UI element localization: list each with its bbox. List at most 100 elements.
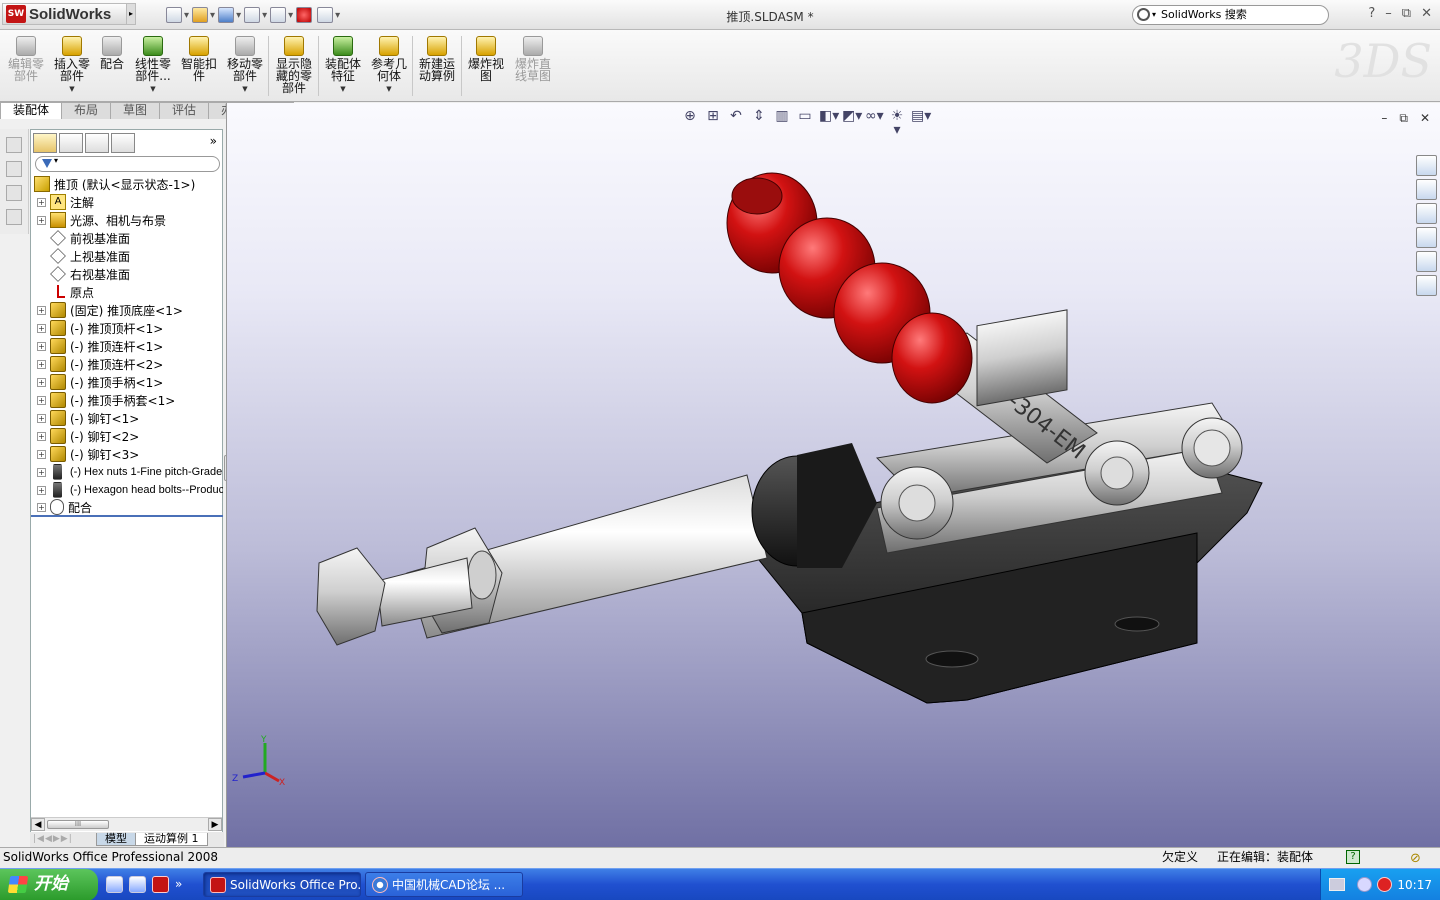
rebuild-button[interactable]	[296, 6, 314, 24]
tree-filter-input[interactable]: ▾	[35, 156, 220, 172]
show-hidden-components-button[interactable]: 显示隐 藏的零 部件	[272, 36, 316, 94]
expand-icon[interactable]: +	[37, 467, 46, 477]
displaymanager-tab-icon[interactable]	[111, 133, 135, 153]
tree-item-component[interactable]: + (-) 推顶连杆<2>	[31, 355, 223, 373]
configurationmanager-tab-icon[interactable]	[85, 133, 109, 153]
solidworks-menu-button[interactable]: SW SolidWorks	[2, 3, 130, 25]
expand-icon[interactable]: +	[37, 431, 46, 441]
expand-icon[interactable]: +	[37, 377, 46, 387]
help-button[interactable]: ?	[1368, 6, 1375, 21]
tree-item-component[interactable]: + (-) Hex nuts 1-Fine pitch-Grade	[31, 463, 223, 481]
expand-icon[interactable]: +	[37, 197, 46, 207]
keyboard-icon[interactable]	[1329, 878, 1345, 891]
expand-icon[interactable]: +	[37, 502, 46, 512]
chevron-down-icon[interactable]: ▼	[224, 83, 266, 95]
new-motion-study-button[interactable]: 新建运 动算例	[416, 36, 458, 82]
start-button[interactable]: 开始	[0, 869, 98, 900]
minimize-button[interactable]: –	[1385, 6, 1392, 21]
chevron-down-icon[interactable]: ▼	[52, 83, 92, 95]
tab-sketch[interactable]: 草图	[110, 102, 161, 119]
reference-geometry-button[interactable]: 参考几 何体 ▼	[368, 36, 410, 95]
antivirus-icon[interactable]	[1377, 877, 1392, 892]
explode-line-sketch-button[interactable]: 爆炸直 线草图	[511, 36, 555, 82]
paperclip-icon[interactable]: ⊘	[1410, 849, 1421, 868]
propertymanager-tab-icon[interactable]	[59, 133, 83, 153]
expand-icon[interactable]: +	[37, 359, 46, 369]
graphics-area[interactable]: ⊕ ⊞ ↶ ⇕ ▥ ▭ ◧▾ ◩▾ ∞▾ ☀▾ ▤▾ – ⧉ ✕ SD-304-…	[226, 103, 1440, 847]
move-component-button[interactable]: 移动零 部件 ▼	[224, 36, 266, 95]
tree-root[interactable]: 推顶 (默认<显示状态-1>)	[31, 175, 223, 193]
horizontal-scrollbar[interactable]: ◀ III ▶	[31, 817, 222, 831]
tree-item-top-plane[interactable]: 上视基准面	[31, 247, 223, 265]
menu-expand-arrow[interactable]: ▸	[126, 3, 136, 25]
search-box[interactable]: ▾ SolidWorks 搜索	[1132, 5, 1329, 25]
options-button[interactable]: ▾	[317, 6, 340, 24]
tree-item-origin[interactable]: 原点	[31, 283, 223, 301]
tree-item-component[interactable]: + (-) 推顶顶杆<1>	[31, 319, 223, 337]
expand-icon[interactable]: +	[37, 215, 46, 225]
tree-item-component[interactable]: + (-) 推顶手柄<1>	[31, 373, 223, 391]
undo-button[interactable]: ▾	[270, 6, 293, 24]
chevron-down-icon[interactable]: ▾	[54, 156, 58, 165]
restore-button[interactable]: ⧉	[1402, 6, 1411, 21]
featuremanager-tab-icon[interactable]	[33, 133, 57, 153]
tree-item-mates[interactable]: + 配合	[31, 499, 223, 517]
expand-icon[interactable]: +	[37, 323, 46, 333]
help-icon[interactable]: ?	[1346, 850, 1360, 864]
edit-component-button[interactable]: 编辑零 部件	[6, 36, 46, 82]
chevron-down-icon[interactable]: ▾	[1152, 6, 1156, 24]
print-button[interactable]: ▾	[244, 6, 267, 24]
tab-assembly[interactable]: 装配体	[0, 102, 63, 119]
expand-icon[interactable]: +	[37, 449, 46, 459]
mate-button[interactable]: 配合	[98, 36, 126, 70]
tree-item-right-plane[interactable]: 右视基准面	[31, 265, 223, 283]
media-icon[interactable]	[129, 876, 146, 893]
tree-item-component[interactable]: + (-) 铆钉<2>	[31, 427, 223, 445]
back-arrow-icon[interactable]	[1357, 877, 1372, 892]
tree-item-component[interactable]: + (-) 铆钉<3>	[31, 445, 223, 463]
tree-item-component[interactable]: + (-) Hexagon head bolts--Produc	[31, 481, 223, 499]
tree-item-component[interactable]: + (固定) 推顶底座<1>	[31, 301, 223, 319]
tree-item-component[interactable]: + (-) 铆钉<1>	[31, 409, 223, 427]
scroll-thumb[interactable]: III	[47, 820, 109, 829]
linear-pattern-button[interactable]: 线性零 部件... ▼	[132, 36, 174, 95]
tab-evaluate[interactable]: 评估	[159, 102, 210, 119]
tree-item-annotations[interactable]: + A 注解	[31, 193, 223, 211]
tree-item-front-plane[interactable]: 前视基准面	[31, 229, 223, 247]
expand-icon[interactable]: +	[37, 341, 46, 351]
rotate-icon[interactable]	[6, 161, 22, 177]
taskbar-button-browser[interactable]: 中国机械CAD论坛 ...	[365, 872, 523, 897]
chevron-down-icon[interactable]: ▼	[132, 83, 174, 95]
grid-icon[interactable]	[6, 209, 22, 225]
more-tabs-chevron-icon[interactable]: »	[210, 134, 217, 148]
tree-item-lights[interactable]: + 光源、相机与布景	[31, 211, 223, 229]
solidworks-launch-icon[interactable]	[152, 876, 169, 893]
tree-item-component[interactable]: + (-) 推顶手柄套<1>	[31, 391, 223, 409]
insert-component-button[interactable]: 插入零 部件 ▼	[52, 36, 92, 95]
exploded-view-button[interactable]: 爆炸视 图	[465, 36, 507, 82]
tab-layout[interactable]: 布局	[61, 102, 112, 119]
tab-nav-arrows[interactable]: |◀◀▶▶|	[30, 833, 96, 846]
tab-model[interactable]: 模型	[96, 833, 136, 846]
expand-icon[interactable]: +	[37, 305, 46, 315]
tree-item-component[interactable]: + (-) 推顶连杆<1>	[31, 337, 223, 355]
close-button[interactable]: ✕	[1421, 6, 1432, 21]
browser-icon[interactable]	[106, 876, 123, 893]
tab-motion-study[interactable]: 运动算例 1	[135, 833, 208, 846]
chevron-down-icon[interactable]: ▼	[368, 83, 410, 95]
assembly-features-button[interactable]: 装配体 特征 ▼	[322, 36, 364, 95]
scroll-left-icon[interactable]: ◀	[31, 818, 45, 831]
open-file-button[interactable]: ▾	[192, 6, 215, 24]
scroll-right-icon[interactable]: ▶	[208, 818, 222, 831]
chevron-down-icon[interactable]: ▼	[322, 83, 364, 95]
smart-fasteners-button[interactable]: 智能扣 件	[178, 36, 220, 82]
copy-icon[interactable]	[6, 185, 22, 201]
expand-icon[interactable]: +	[37, 485, 46, 495]
new-file-button[interactable]: ▾	[166, 6, 189, 24]
expand-icon[interactable]: +	[37, 413, 46, 423]
expand-icon[interactable]: +	[37, 395, 46, 405]
save-button[interactable]: ▾	[218, 6, 241, 24]
quick-launch-more-icon[interactable]: »	[175, 876, 182, 893]
select-icon[interactable]	[6, 137, 22, 153]
taskbar-button-solidworks[interactable]: SolidWorks Office Pro...	[203, 872, 361, 897]
